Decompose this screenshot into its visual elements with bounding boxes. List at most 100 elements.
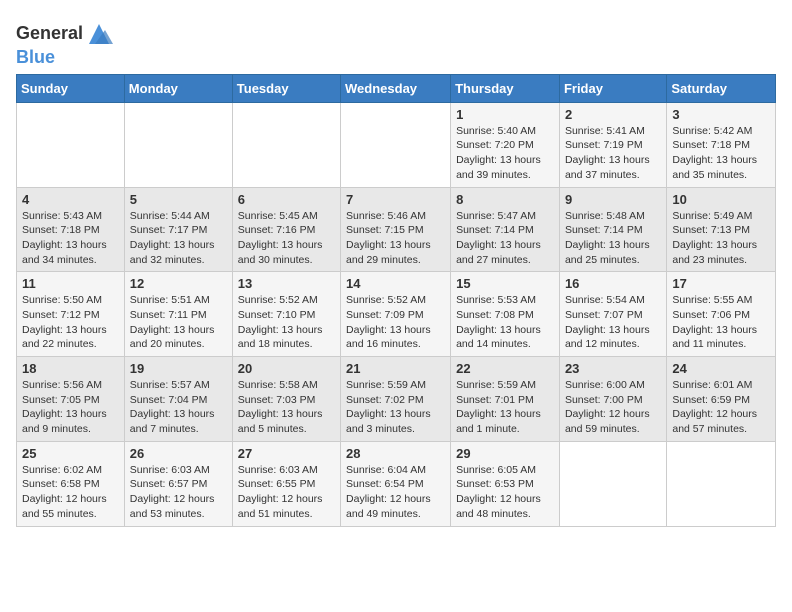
calendar-day-cell: 5 Sunrise: 5:44 AM Sunset: 7:17 PM Daylig… xyxy=(124,187,232,272)
day-number: 27 xyxy=(238,446,335,461)
day-number: 12 xyxy=(130,276,227,291)
day-info: Sunrise: 5:55 AM Sunset: 7:06 PM Dayligh… xyxy=(672,293,770,352)
day-number: 25 xyxy=(22,446,119,461)
calendar-day-cell: 25 Sunrise: 6:02 AM Sunset: 6:58 PM Dayli… xyxy=(17,441,125,526)
calendar-day-cell xyxy=(232,102,340,187)
day-number: 15 xyxy=(456,276,554,291)
calendar-day-cell: 19 Sunrise: 5:57 AM Sunset: 7:04 PM Dayli… xyxy=(124,357,232,442)
logo-icon xyxy=(85,20,113,48)
day-info: Sunrise: 6:01 AM Sunset: 6:59 PM Dayligh… xyxy=(672,378,770,437)
day-number: 13 xyxy=(238,276,335,291)
day-number: 22 xyxy=(456,361,554,376)
day-info: Sunrise: 5:41 AM Sunset: 7:19 PM Dayligh… xyxy=(565,124,661,183)
day-of-week-header: Friday xyxy=(559,74,666,102)
calendar-day-cell: 21 Sunrise: 5:59 AM Sunset: 7:02 PM Dayli… xyxy=(341,357,451,442)
day-of-week-header: Saturday xyxy=(667,74,776,102)
calendar-day-cell: 4Sunrise: 5:43 AM Sunset: 7:18 PM Daylig… xyxy=(17,187,125,272)
day-number: 2 xyxy=(565,107,661,122)
day-number: 14 xyxy=(346,276,445,291)
calendar-day-cell: 23 Sunrise: 6:00 AM Sunset: 7:00 PM Dayli… xyxy=(559,357,666,442)
calendar-week-row: 11Sunrise: 5:50 AM Sunset: 7:12 PM Dayli… xyxy=(17,272,776,357)
day-info: Sunrise: 5:40 AM Sunset: 7:20 PM Dayligh… xyxy=(456,124,554,183)
day-of-week-header: Wednesday xyxy=(341,74,451,102)
calendar-day-cell: 26Sunrise: 6:03 AM Sunset: 6:57 PM Dayli… xyxy=(124,441,232,526)
calendar-day-cell: 6 Sunrise: 5:45 AM Sunset: 7:16 PM Daylig… xyxy=(232,187,340,272)
calendar-day-cell: 18 Sunrise: 5:56 AM Sunset: 7:05 PM Dayli… xyxy=(17,357,125,442)
day-number: 26 xyxy=(130,446,227,461)
day-info: Sunrise: 6:00 AM Sunset: 7:00 PM Dayligh… xyxy=(565,378,661,437)
day-number: 29 xyxy=(456,446,554,461)
logo-text: General Blue xyxy=(16,20,113,68)
day-info: Sunrise: 6:05 AM Sunset: 6:53 PM Dayligh… xyxy=(456,463,554,522)
day-number: 17 xyxy=(672,276,770,291)
day-info: Sunrise: 5:50 AM Sunset: 7:12 PM Dayligh… xyxy=(22,293,119,352)
day-number: 16 xyxy=(565,276,661,291)
calendar-week-row: 4Sunrise: 5:43 AM Sunset: 7:18 PM Daylig… xyxy=(17,187,776,272)
calendar-day-cell: 12 Sunrise: 5:51 AM Sunset: 7:11 PM Dayli… xyxy=(124,272,232,357)
day-info: Sunrise: 5:56 AM Sunset: 7:05 PM Dayligh… xyxy=(22,378,119,437)
page-header: General Blue xyxy=(16,16,776,68)
calendar-day-cell: 28 Sunrise: 6:04 AM Sunset: 6:54 PM Dayli… xyxy=(341,441,451,526)
calendar-day-cell: 10Sunrise: 5:49 AM Sunset: 7:13 PM Dayli… xyxy=(667,187,776,272)
calendar-day-cell: 7 Sunrise: 5:46 AM Sunset: 7:15 PM Daylig… xyxy=(341,187,451,272)
calendar-header-row: SundayMondayTuesdayWednesdayThursdayFrid… xyxy=(17,74,776,102)
calendar-day-cell: 17 Sunrise: 5:55 AM Sunset: 7:06 PM Dayli… xyxy=(667,272,776,357)
calendar-day-cell: 15 Sunrise: 5:53 AM Sunset: 7:08 PM Dayli… xyxy=(451,272,560,357)
calendar-day-cell: 9Sunrise: 5:48 AM Sunset: 7:14 PM Daylig… xyxy=(559,187,666,272)
day-info: Sunrise: 6:03 AM Sunset: 6:55 PM Dayligh… xyxy=(238,463,335,522)
calendar-day-cell xyxy=(124,102,232,187)
day-info: Sunrise: 5:47 AM Sunset: 7:14 PM Dayligh… xyxy=(456,209,554,268)
day-info: Sunrise: 5:51 AM Sunset: 7:11 PM Dayligh… xyxy=(130,293,227,352)
day-info: Sunrise: 5:46 AM Sunset: 7:15 PM Dayligh… xyxy=(346,209,445,268)
day-number: 28 xyxy=(346,446,445,461)
day-of-week-header: Monday xyxy=(124,74,232,102)
calendar-day-cell xyxy=(341,102,451,187)
calendar-day-cell: 20Sunrise: 5:58 AM Sunset: 7:03 PM Dayli… xyxy=(232,357,340,442)
calendar-day-cell xyxy=(17,102,125,187)
day-info: Sunrise: 5:44 AM Sunset: 7:17 PM Dayligh… xyxy=(130,209,227,268)
day-info: Sunrise: 6:02 AM Sunset: 6:58 PM Dayligh… xyxy=(22,463,119,522)
calendar-day-cell xyxy=(559,441,666,526)
day-number: 8 xyxy=(456,192,554,207)
calendar-day-cell: 2 Sunrise: 5:41 AM Sunset: 7:19 PM Daylig… xyxy=(559,102,666,187)
day-number: 24 xyxy=(672,361,770,376)
day-number: 1 xyxy=(456,107,554,122)
calendar-week-row: 25 Sunrise: 6:02 AM Sunset: 6:58 PM Dayli… xyxy=(17,441,776,526)
day-info: Sunrise: 5:54 AM Sunset: 7:07 PM Dayligh… xyxy=(565,293,661,352)
day-number: 9 xyxy=(565,192,661,207)
day-info: Sunrise: 6:04 AM Sunset: 6:54 PM Dayligh… xyxy=(346,463,445,522)
day-number: 7 xyxy=(346,192,445,207)
calendar-day-cell: 27 Sunrise: 6:03 AM Sunset: 6:55 PM Dayli… xyxy=(232,441,340,526)
day-info: Sunrise: 5:57 AM Sunset: 7:04 PM Dayligh… xyxy=(130,378,227,437)
day-info: Sunrise: 5:49 AM Sunset: 7:13 PM Dayligh… xyxy=(672,209,770,268)
calendar-day-cell: 14 Sunrise: 5:52 AM Sunset: 7:09 PM Dayli… xyxy=(341,272,451,357)
day-number: 19 xyxy=(130,361,227,376)
calendar-day-cell: 11Sunrise: 5:50 AM Sunset: 7:12 PM Dayli… xyxy=(17,272,125,357)
day-of-week-header: Tuesday xyxy=(232,74,340,102)
day-number: 4 xyxy=(22,192,119,207)
calendar-table: SundayMondayTuesdayWednesdayThursdayFrid… xyxy=(16,74,776,527)
calendar-day-cell: 13 Sunrise: 5:52 AM Sunset: 7:10 PM Dayli… xyxy=(232,272,340,357)
calendar-day-cell: 22Sunrise: 5:59 AM Sunset: 7:01 PM Dayli… xyxy=(451,357,560,442)
day-number: 21 xyxy=(346,361,445,376)
day-info: Sunrise: 5:59 AM Sunset: 7:02 PM Dayligh… xyxy=(346,378,445,437)
calendar-week-row: 18 Sunrise: 5:56 AM Sunset: 7:05 PM Dayli… xyxy=(17,357,776,442)
calendar-week-row: 1 Sunrise: 5:40 AM Sunset: 7:20 PM Daylig… xyxy=(17,102,776,187)
calendar-day-cell xyxy=(667,441,776,526)
day-info: Sunrise: 5:52 AM Sunset: 7:09 PM Dayligh… xyxy=(346,293,445,352)
day-number: 5 xyxy=(130,192,227,207)
calendar-day-cell: 29 Sunrise: 6:05 AM Sunset: 6:53 PM Dayli… xyxy=(451,441,560,526)
day-number: 18 xyxy=(22,361,119,376)
day-number: 6 xyxy=(238,192,335,207)
day-info: Sunrise: 5:42 AM Sunset: 7:18 PM Dayligh… xyxy=(672,124,770,183)
calendar-day-cell: 24 Sunrise: 6:01 AM Sunset: 6:59 PM Dayli… xyxy=(667,357,776,442)
day-number: 23 xyxy=(565,361,661,376)
logo: General Blue xyxy=(16,20,113,68)
calendar-day-cell: 16 Sunrise: 5:54 AM Sunset: 7:07 PM Dayli… xyxy=(559,272,666,357)
calendar-day-cell: 3Sunrise: 5:42 AM Sunset: 7:18 PM Daylig… xyxy=(667,102,776,187)
day-of-week-header: Sunday xyxy=(17,74,125,102)
day-info: Sunrise: 5:52 AM Sunset: 7:10 PM Dayligh… xyxy=(238,293,335,352)
calendar-day-cell: 1 Sunrise: 5:40 AM Sunset: 7:20 PM Daylig… xyxy=(451,102,560,187)
day-info: Sunrise: 5:45 AM Sunset: 7:16 PM Dayligh… xyxy=(238,209,335,268)
day-info: Sunrise: 5:53 AM Sunset: 7:08 PM Dayligh… xyxy=(456,293,554,352)
